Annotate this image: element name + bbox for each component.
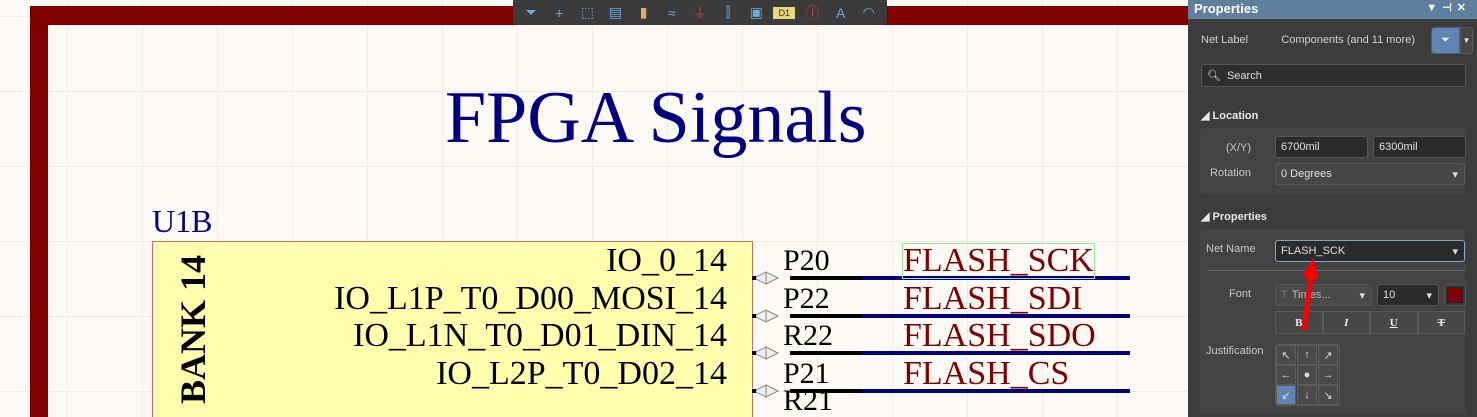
font-size-select[interactable]: 10 bbox=[1377, 284, 1439, 306]
underline-button[interactable]: U bbox=[1370, 311, 1418, 334]
pin-icon[interactable]: ⊣ bbox=[1442, 2, 1457, 14]
justify-right-button[interactable]: → bbox=[1318, 365, 1338, 385]
justification-label: Justification bbox=[1206, 345, 1264, 357]
select-rect-icon[interactable]: ⬚ bbox=[576, 3, 598, 23]
x-field[interactable]: 6700mil bbox=[1275, 136, 1368, 158]
net-name-label: Net Name bbox=[1206, 243, 1256, 255]
pin-name: IO_L2P_T0_D02_14 bbox=[436, 355, 727, 392]
pin-row[interactable]: IO_L1N_T0_D01_DIN_14 R22 FLASH_SDO bbox=[0, 313, 1140, 360]
properties-panel: Properties ▼⊣✕ Net Label Components (and… bbox=[1188, 0, 1477, 417]
net-label[interactable]: FLASH_SDO bbox=[903, 319, 1096, 353]
bus-icon[interactable]: ≈ bbox=[661, 3, 683, 23]
pin-name: IO_0_14 bbox=[606, 242, 727, 279]
justify-center-button[interactable]: ● bbox=[1297, 365, 1317, 385]
crosshair-icon[interactable]: + bbox=[548, 3, 570, 23]
pin-row[interactable]: IO_L1P_T0_D00_MOSI_14 P22 FLASH_SDI bbox=[0, 276, 1140, 323]
net-label[interactable]: FLASH_SDI bbox=[903, 282, 1082, 316]
rotation-label: Rotation bbox=[1210, 167, 1251, 179]
pin-row[interactable]: IO_L2P_T0_D02_14 P21 FLASH_CS bbox=[0, 351, 1140, 398]
component-designator[interactable]: U1B bbox=[152, 203, 212, 239]
panel-title-bar: Properties ▼⊣✕ bbox=[1188, 0, 1477, 19]
panel-title: Properties bbox=[1194, 1, 1259, 16]
close-icon[interactable]: ✕ bbox=[1457, 2, 1471, 14]
filter-dropdown-button[interactable]: ▾ bbox=[1460, 27, 1473, 54]
search-input[interactable]: 🔍︎ Search bbox=[1201, 64, 1466, 87]
justify-bottom-button[interactable]: ↓ bbox=[1297, 385, 1317, 405]
justify-top-left-button[interactable]: ↖ bbox=[1276, 345, 1296, 365]
xy-label: (X/Y) bbox=[1225, 142, 1251, 154]
filter-summary: Components (and 11 more) bbox=[1281, 34, 1415, 46]
search-icon: 🔍︎ bbox=[1207, 70, 1221, 82]
filter-button[interactable]: ⏷ bbox=[1431, 27, 1460, 54]
font-label: Font bbox=[1228, 288, 1251, 300]
designator-icon[interactable]: D1 bbox=[773, 6, 796, 19]
active-bar: ⏷ + ⬚ ▤ ▮ ≈ ⏚ ⫿ ▣ D1 ⓘ A ◠ bbox=[513, 0, 887, 25]
filter-icon[interactable]: ⏷ bbox=[520, 3, 542, 23]
pin-number: P22 bbox=[783, 282, 830, 315]
properties-section-header[interactable]: ◢ Properties bbox=[1201, 210, 1267, 223]
rotation-select[interactable]: 0 Degrees bbox=[1275, 163, 1465, 185]
pin-number: P20 bbox=[783, 244, 830, 277]
divider bbox=[1207, 270, 1465, 271]
justify-bottom-left-button[interactable]: ↙ bbox=[1276, 385, 1296, 405]
justification-grid: ↖ ↑ ↗ ← ● → ↙ ↓ ↘ bbox=[1275, 344, 1340, 406]
color-swatch bbox=[1447, 287, 1463, 303]
schematic-canvas[interactable]: FPGA Signals U1B BANK 14 IO_0_14 P20 FLA… bbox=[0, 0, 1188, 417]
justify-top-button[interactable]: ↑ bbox=[1297, 345, 1317, 365]
arc-icon[interactable]: ◠ bbox=[858, 3, 880, 23]
strikethrough-button[interactable]: T bbox=[1417, 311, 1465, 334]
sheet-symbol-icon[interactable]: ▣ bbox=[745, 3, 767, 23]
port-icon[interactable]: ⫿ bbox=[717, 3, 739, 23]
pin-name: IO_L1N_T0_D01_DIN_14 bbox=[353, 317, 727, 354]
panel-menu-icon[interactable]: ▼ bbox=[1426, 2, 1442, 14]
component-icon[interactable]: ▮ bbox=[633, 3, 655, 23]
filter-icon: ⏷ bbox=[1441, 34, 1450, 46]
pin-name: IO_L1P_T0_D00_MOSI_14 bbox=[334, 280, 727, 317]
ground-icon[interactable]: ⏚ bbox=[689, 3, 711, 23]
justify-bottom-right-button[interactable]: ↘ bbox=[1318, 385, 1338, 405]
font-color-button[interactable] bbox=[1444, 284, 1466, 306]
text-icon[interactable]: A bbox=[830, 3, 852, 23]
justify-left-button[interactable]: ← bbox=[1276, 365, 1296, 385]
net-label[interactable]: FLASH_SCK bbox=[902, 243, 1095, 279]
search-placeholder: Search bbox=[1226, 69, 1262, 82]
pin-number: R21 bbox=[783, 384, 834, 417]
pin-number: R22 bbox=[783, 319, 834, 352]
sheet-title[interactable]: FPGA Signals bbox=[445, 77, 867, 159]
location-section-header[interactable]: ◢ Location bbox=[1201, 109, 1258, 122]
justify-top-right-button[interactable]: ↗ bbox=[1318, 345, 1338, 365]
parameter-icon[interactable]: ⓘ bbox=[801, 3, 823, 23]
object-type: Net Label bbox=[1201, 34, 1249, 46]
pin-row[interactable]: IO_0_14 P20 FLASH_SCK bbox=[0, 238, 1140, 285]
y-field[interactable]: 6300mil bbox=[1373, 136, 1466, 158]
annotation-arrow bbox=[1300, 258, 1330, 338]
align-icon[interactable]: ▤ bbox=[604, 3, 626, 23]
net-label[interactable]: FLASH_CS bbox=[903, 357, 1069, 391]
